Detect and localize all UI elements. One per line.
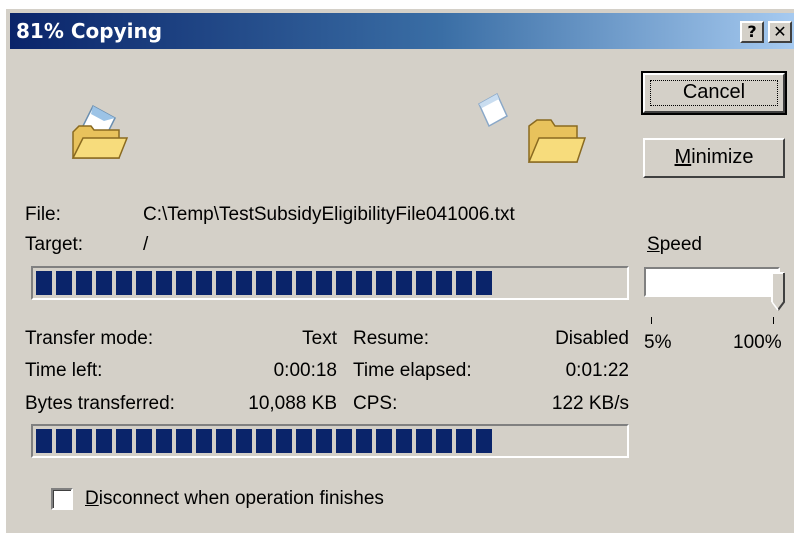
speed-label: Speed bbox=[647, 234, 702, 256]
resume-value: Disabled bbox=[555, 328, 629, 349]
document-icon bbox=[478, 92, 508, 128]
disconnect-label-text: isconnect when operation finishes bbox=[98, 488, 384, 509]
speed-min-label: 5% bbox=[644, 332, 672, 353]
file-label: File: bbox=[25, 204, 61, 225]
time-elapsed-label: Time elapsed: bbox=[353, 360, 472, 381]
cancel-button[interactable]: Cancel bbox=[641, 71, 787, 115]
file-progress-bar bbox=[31, 266, 629, 300]
total-progress-fill bbox=[36, 429, 492, 453]
total-progress-bar bbox=[31, 424, 629, 458]
time-left-value: 0:00:18 bbox=[273, 360, 337, 381]
minimize-button[interactable]: Minimize bbox=[643, 138, 785, 178]
minimize-label: inimize bbox=[691, 146, 754, 168]
speed-slider-track[interactable] bbox=[644, 267, 780, 297]
target-path: / bbox=[143, 234, 149, 255]
speed-max-label: 100% bbox=[733, 332, 782, 353]
disconnect-checkbox[interactable] bbox=[51, 488, 73, 510]
resume-label: Resume: bbox=[353, 328, 430, 349]
target-label: Target: bbox=[25, 234, 84, 255]
help-label: ? bbox=[747, 22, 757, 41]
slider-tick-min bbox=[651, 317, 652, 324]
close-button[interactable]: ✕ bbox=[768, 21, 792, 43]
transfer-mode-value: Text bbox=[302, 328, 337, 349]
cps-label: CPS: bbox=[353, 393, 398, 414]
file-progress-fill bbox=[36, 271, 492, 295]
speed-mnemonic: S bbox=[647, 234, 660, 255]
minimize-mnemonic: M bbox=[674, 146, 692, 168]
window-title: 81% Copying bbox=[16, 19, 163, 43]
close-icon: ✕ bbox=[773, 22, 787, 41]
bytes-transferred-value: 10,088 KB bbox=[248, 393, 337, 414]
speed-slider-thumb[interactable] bbox=[771, 272, 785, 312]
speed-label-text: peed bbox=[659, 234, 702, 255]
time-elapsed-value: 0:01:22 bbox=[565, 360, 629, 381]
copy-dialog: 81% Copying ? ✕ Cancel Minimize File: C:… bbox=[6, 9, 794, 533]
cps-value: 122 KB/s bbox=[551, 393, 629, 414]
help-button[interactable]: ? bbox=[740, 21, 764, 43]
transfer-mode-label: Transfer mode: bbox=[25, 328, 154, 349]
title-bar[interactable]: 81% Copying ? ✕ bbox=[10, 13, 794, 49]
open-folder-icon bbox=[71, 104, 129, 159]
disconnect-label[interactable]: Disconnect when operation finishes bbox=[85, 488, 384, 510]
bytes-transferred-label: Bytes transferred: bbox=[25, 393, 175, 414]
focus-rectangle bbox=[650, 80, 778, 106]
slider-tick-max bbox=[773, 317, 774, 324]
disconnect-mnemonic: D bbox=[85, 488, 99, 509]
time-left-label: Time left: bbox=[25, 360, 103, 381]
file-path: C:\Temp\TestSubsidyEligibilityFile041006… bbox=[143, 204, 515, 225]
folder-icon bbox=[527, 119, 587, 163]
